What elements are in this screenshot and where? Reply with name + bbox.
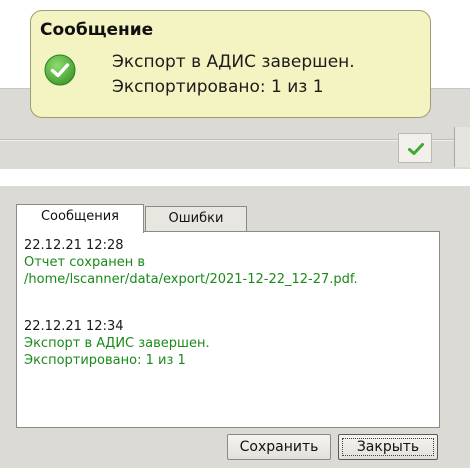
log-message-line2: Экспортировано: 1 из 1 [24,353,186,368]
message-log[interactable]: 22.12.21 12:28 Отчет сохранен в /home/ls… [16,231,440,428]
tray-edge [454,127,470,167]
close-button-label: Закрыть [356,439,420,455]
check-mark-icon [408,143,424,155]
save-button-label: Сохранить [239,439,319,455]
log-timestamp: 22.12.21 12:28 [24,238,124,253]
screen: Сообщение Экспорт в АДИС завершен. Экспо… [0,0,470,468]
log-entry: 22.12.21 12:34 Экспорт в АДИС завершен. … [24,318,210,369]
tab-messages[interactable]: Сообщения [16,204,144,233]
check-circle-icon [44,54,76,86]
notification-text-line1: Экспорт в АДИС завершен. [112,52,355,72]
log-entry: 22.12.21 12:28 Отчет сохранен в /home/ls… [24,237,358,288]
log-message-line2: /home/lscanner/data/export/2021-12-22_12… [24,272,358,287]
log-timestamp: 22.12.21 12:34 [24,319,124,334]
notification-text-line2: Экспортировано: 1 из 1 [112,77,324,97]
log-message-line1: Экспорт в АДИС завершен. [24,336,210,351]
save-button[interactable]: Сохранить [227,434,331,460]
tab-errors-label: Ошибки [168,211,224,226]
close-button[interactable]: Закрыть [338,434,438,460]
tab-errors[interactable]: Ошибки [145,206,247,231]
tray-status-button[interactable] [398,133,432,163]
notification-title: Сообщение [40,20,154,40]
tab-messages-label: Сообщения [40,209,119,224]
log-message-line1: Отчет сохранен в [24,255,145,270]
